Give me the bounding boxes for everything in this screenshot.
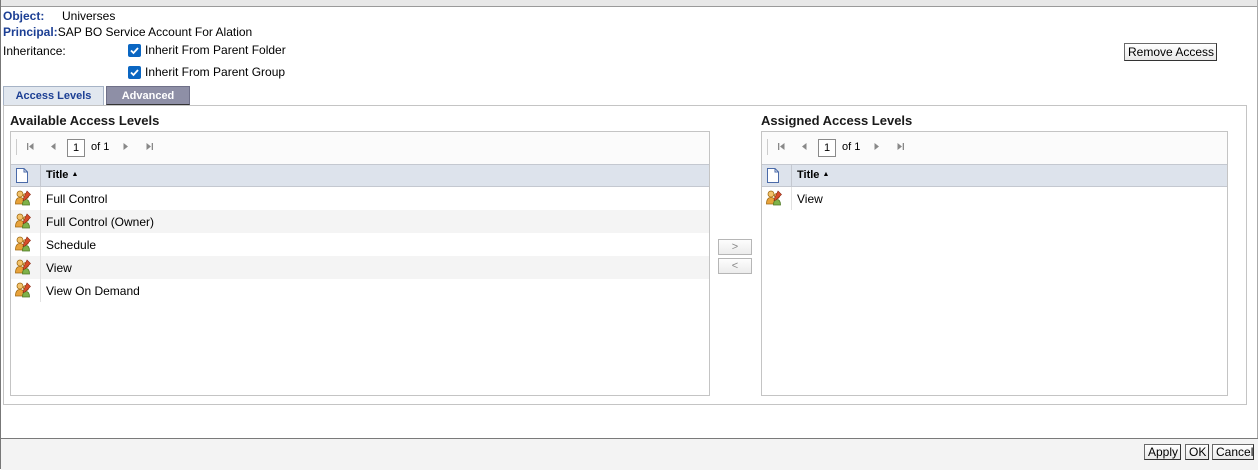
access-level-users-icon — [14, 281, 32, 302]
last-page-icon[interactable] — [145, 142, 154, 155]
next-page-icon[interactable] — [872, 142, 881, 155]
access-level-users-icon — [765, 189, 783, 210]
title-column-label: Title — [46, 169, 69, 181]
access-level-title: View On Demand — [46, 284, 140, 298]
column-divider — [40, 279, 41, 302]
available-grid-header: Title ▲ — [11, 164, 709, 187]
list-item[interactable]: Full Control (Owner) — [11, 210, 709, 233]
principal-label: Principal: — [3, 25, 58, 39]
inherit-parent-folder-checkbox[interactable] — [128, 43, 141, 57]
title-column-header[interactable]: Title ▲ — [46, 169, 78, 181]
list-item[interactable]: View — [762, 187, 1227, 210]
first-page-icon[interactable] — [777, 142, 786, 155]
pager-separator — [16, 139, 17, 155]
object-value: Universes — [62, 9, 116, 23]
prev-page-icon[interactable] — [49, 142, 58, 155]
access-level-title: View — [46, 261, 72, 275]
title-column-label: Title — [797, 169, 820, 181]
cancel-button[interactable]: Cancel — [1212, 444, 1254, 460]
principal-row: Principal:SAP BO Service Account For Ala… — [3, 25, 252, 39]
dialog-footer — [1, 438, 1258, 470]
add-access-level-button[interactable]: > — [718, 239, 752, 255]
tab-advanced[interactable]: Advanced — [106, 86, 190, 105]
list-item[interactable]: Schedule — [11, 233, 709, 256]
checkmark-icon — [130, 46, 139, 54]
available-pager: 1 of 1 — [11, 132, 709, 164]
available-page-input[interactable]: 1 — [67, 139, 85, 157]
list-item[interactable]: View On Demand — [11, 279, 709, 302]
inherit-parent-group-option[interactable]: Inherit From Parent Group — [128, 65, 285, 79]
page-icon — [16, 168, 28, 186]
access-level-users-icon — [14, 258, 32, 279]
assigned-access-levels-list: 1 of 1 Title ▲ View — [761, 131, 1228, 396]
column-divider — [40, 233, 41, 256]
access-level-title: Schedule — [46, 238, 97, 252]
list-item[interactable]: Full Control — [11, 187, 709, 210]
column-divider — [791, 165, 792, 187]
inherit-parent-group-checkbox[interactable] — [128, 65, 141, 79]
column-divider — [40, 256, 41, 279]
assigned-grid-header: Title ▲ — [762, 164, 1227, 187]
access-level-title: Full Control (Owner) — [46, 215, 155, 229]
assigned-rows: View — [762, 187, 1227, 210]
title-bar-edge — [0, 0, 1258, 7]
assigned-access-levels-title: Assigned Access Levels — [761, 113, 913, 128]
column-divider — [40, 165, 41, 187]
available-access-levels-list: 1 of 1 Title ▲ Full Control Full Control … — [10, 131, 710, 396]
title-column-header[interactable]: Title ▲ — [797, 169, 829, 181]
inherit-parent-group-label: Inherit From Parent Group — [145, 65, 286, 79]
last-page-icon[interactable] — [896, 142, 905, 155]
window-left-border — [0, 0, 1, 469]
access-level-title: Full Control — [46, 192, 108, 206]
column-divider — [40, 210, 41, 233]
first-page-icon[interactable] — [26, 142, 35, 155]
inheritance-label: Inheritance: — [3, 44, 66, 58]
access-levels-panel: Available Access Levels 1 of 1 Title ▲ F… — [3, 105, 1247, 405]
object-row: Object: Universes — [3, 9, 115, 23]
pager-separator — [767, 139, 768, 155]
available-page-count: of 1 — [91, 141, 110, 153]
assigned-page-input[interactable]: 1 — [818, 139, 836, 157]
available-rows: Full Control Full Control (Owner) Schedule… — [11, 187, 709, 302]
next-page-icon[interactable] — [121, 142, 130, 155]
available-access-levels-title: Available Access Levels — [10, 113, 160, 128]
column-divider — [791, 187, 792, 210]
list-item[interactable]: View — [11, 256, 709, 279]
inherit-parent-folder-label: Inherit From Parent Folder — [145, 43, 286, 57]
ok-button[interactable]: OK — [1185, 444, 1209, 460]
page-icon — [767, 168, 779, 186]
apply-button[interactable]: Apply — [1144, 444, 1181, 460]
sort-ascending-icon: ▲ — [822, 171, 830, 178]
prev-page-icon[interactable] — [800, 142, 809, 155]
remove-access-button[interactable]: Remove Access — [1124, 43, 1217, 61]
checkmark-icon — [130, 68, 139, 76]
assigned-pager: 1 of 1 — [762, 132, 1227, 164]
inherit-parent-folder-option[interactable]: Inherit From Parent Folder — [128, 43, 286, 57]
assigned-page-count: of 1 — [842, 141, 861, 153]
tab-access-levels[interactable]: Access Levels — [3, 86, 104, 105]
column-divider — [40, 187, 41, 210]
principal-value: SAP BO Service Account For Alation — [57, 25, 253, 39]
access-level-users-icon — [14, 212, 32, 233]
object-label: Object: — [3, 9, 45, 23]
access-level-users-icon — [14, 235, 32, 256]
sort-ascending-icon: ▲ — [71, 171, 79, 178]
access-level-title: View — [797, 192, 823, 206]
access-level-users-icon — [14, 189, 32, 210]
remove-access-level-button[interactable]: < — [718, 258, 752, 274]
